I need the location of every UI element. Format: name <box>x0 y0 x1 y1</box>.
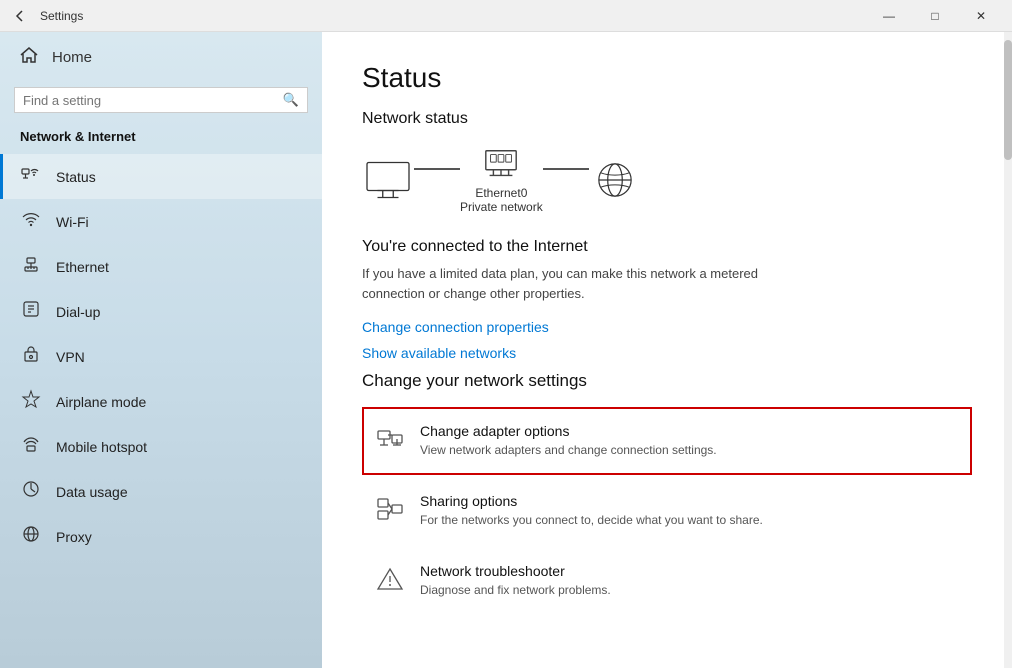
change-connection-link[interactable]: Change connection properties <box>362 319 972 335</box>
globe-icon <box>589 159 641 201</box>
scrollbar-track[interactable] <box>1004 32 1012 668</box>
sidebar-item-airplane[interactable]: Airplane mode <box>0 379 322 424</box>
troubleshooter-item[interactable]: Network troubleshooter Diagnose and fix … <box>362 547 972 615</box>
back-button[interactable] <box>8 4 32 28</box>
sharing-options-text: Sharing options For the networks you con… <box>420 493 763 529</box>
airplane-icon <box>20 389 42 414</box>
ethernet-icon <box>20 254 42 279</box>
main-container: Home 🔍 Network & Internet Status <box>0 32 1012 668</box>
sidebar-item-wifi[interactable]: Wi-Fi <box>0 199 322 244</box>
network-line-1 <box>414 168 460 170</box>
adapter-options-title: Change adapter options <box>420 423 717 439</box>
hotspot-icon <box>20 434 42 459</box>
troubleshooter-text: Network troubleshooter Diagnose and fix … <box>420 563 611 599</box>
window-controls: — □ ✕ <box>866 0 1004 32</box>
troubleshooter-desc: Diagnose and fix network problems. <box>420 582 611 599</box>
connected-title: You're connected to the Internet <box>362 238 972 256</box>
sidebar-item-status[interactable]: Status <box>0 154 322 199</box>
proxy-icon <box>20 524 42 549</box>
close-button[interactable]: ✕ <box>958 0 1004 32</box>
sidebar-section-title: Network & Internet <box>0 123 322 154</box>
nav-label-dialup: Dial-up <box>56 304 100 320</box>
sharing-options-item[interactable]: Sharing options For the networks you con… <box>362 477 972 545</box>
dialup-icon <box>20 299 42 324</box>
sidebar-item-dialup[interactable]: Dial-up <box>0 289 322 334</box>
adapter-options-item[interactable]: Change adapter options View network adap… <box>362 407 972 475</box>
sidebar-item-hotspot[interactable]: Mobile hotspot <box>0 424 322 469</box>
computer-icon <box>362 159 414 201</box>
titlebar: Settings — □ ✕ <box>0 0 1012 32</box>
datausage-icon <box>20 479 42 504</box>
sharing-options-title: Sharing options <box>420 493 763 509</box>
sharing-options-icon <box>376 495 404 529</box>
network-line-2 <box>543 168 589 170</box>
nav-label-airplane: Airplane mode <box>56 394 146 410</box>
content-area: Status Network status <box>322 32 1012 668</box>
sidebar: Home 🔍 Network & Internet Status <box>0 32 322 668</box>
minimize-button[interactable]: — <box>866 0 912 32</box>
nav-label-ethernet: Ethernet <box>56 259 109 275</box>
troubleshooter-title: Network troubleshooter <box>420 563 611 579</box>
sidebar-item-datausage[interactable]: Data usage <box>0 469 322 514</box>
vpn-icon <box>20 344 42 369</box>
sidebar-item-ethernet[interactable]: Ethernet <box>0 244 322 289</box>
sidebar-item-vpn[interactable]: VPN <box>0 334 322 379</box>
sharing-options-desc: For the networks you connect to, decide … <box>420 512 763 529</box>
connected-desc: If you have a limited data plan, you can… <box>362 264 802 303</box>
adapter-options-desc: View network adapters and change connect… <box>420 442 717 459</box>
nav-label-status: Status <box>56 169 96 185</box>
nav-label-proxy: Proxy <box>56 529 92 545</box>
home-icon <box>20 46 38 69</box>
wifi-icon <box>20 209 42 234</box>
page-title: Status <box>362 62 972 94</box>
troubleshoot-icon <box>376 565 404 599</box>
search-input[interactable] <box>23 93 283 108</box>
scrollbar-thumb[interactable] <box>1004 40 1012 160</box>
nav-label-hotspot: Mobile hotspot <box>56 439 147 455</box>
adapter-options-text: Change adapter options View network adap… <box>420 423 717 459</box>
change-settings-title: Change your network settings <box>362 371 972 391</box>
network-diagram: Ethernet0 Private network <box>362 146 972 214</box>
nav-label-vpn: VPN <box>56 349 85 365</box>
adapter-diagram: Ethernet0 Private network <box>460 146 543 214</box>
show-networks-link[interactable]: Show available networks <box>362 345 972 361</box>
nav-label-wifi: Wi-Fi <box>56 214 89 230</box>
maximize-button[interactable]: □ <box>912 0 958 32</box>
nav-label-datausage: Data usage <box>56 484 128 500</box>
sidebar-home-button[interactable]: Home <box>0 32 322 83</box>
home-label: Home <box>52 49 92 66</box>
status-icon <box>20 164 42 189</box>
sidebar-item-proxy[interactable]: Proxy <box>0 514 322 559</box>
adapter-options-icon <box>376 425 404 459</box>
adapter-name: Ethernet0 Private network <box>460 186 543 214</box>
network-status-title: Network status <box>362 110 972 128</box>
search-box[interactable]: 🔍 <box>14 87 308 113</box>
search-icon: 🔍 <box>283 92 299 108</box>
window-title: Settings <box>32 9 866 23</box>
